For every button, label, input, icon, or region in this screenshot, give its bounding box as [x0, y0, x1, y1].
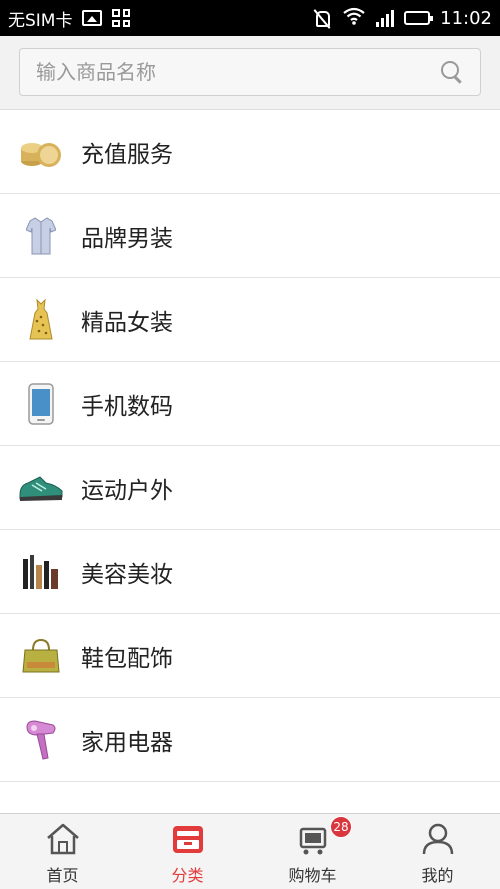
category-item-recharge[interactable]: 充值服务 [0, 110, 500, 194]
carrier-text: 无SIM卡 [8, 10, 73, 31]
status-bar: 无SIM卡 11:02 [0, 0, 500, 36]
category-label: 运动户外 [81, 477, 173, 504]
search-input[interactable] [36, 60, 440, 84]
category-item-accessories[interactable]: 鞋包配饰 [0, 614, 500, 698]
tab-home[interactable]: 首页 [0, 814, 125, 889]
battery-icon [404, 11, 434, 25]
category-item-menswear[interactable]: 品牌男装 [0, 194, 500, 278]
category-icon [170, 822, 206, 856]
hairdryer-icon [18, 717, 64, 763]
category-label: 手机数码 [81, 393, 173, 420]
sneaker-icon [18, 465, 64, 511]
search-icon[interactable] [440, 60, 464, 84]
coins-icon [18, 129, 64, 175]
tab-profile[interactable]: 我的 [375, 814, 500, 889]
handbag-icon [18, 633, 64, 679]
category-item-beauty[interactable]: 美容美妆 [0, 530, 500, 614]
bottom-tab-bar: 首页 分类 购物车 我的 [0, 813, 500, 889]
category-label: 鞋包配饰 [81, 645, 173, 672]
wifi-icon [342, 7, 366, 30]
tab-label: 分类 [171, 866, 204, 885]
tab-cart[interactable]: 购物车 [250, 814, 375, 889]
category-label: 充值服务 [81, 141, 173, 168]
signal-icon [376, 9, 395, 27]
category-label: 品牌男装 [81, 225, 173, 252]
phone-icon [18, 381, 64, 427]
tab-category[interactable]: 分类 [125, 814, 250, 889]
category-item-appliances[interactable]: 家用电器 [0, 698, 500, 782]
category-label: 美容美妆 [81, 561, 173, 588]
image-notification-icon [82, 10, 103, 26]
tab-label: 我的 [421, 866, 454, 885]
cart-icon [295, 822, 331, 856]
dress-icon [18, 297, 64, 343]
cosmetics-icon [18, 549, 64, 595]
user-icon [420, 822, 456, 856]
shirt-icon [18, 213, 64, 259]
tab-label: 首页 [46, 866, 79, 885]
search-bar [0, 36, 500, 110]
qr-notification-icon [112, 9, 131, 27]
search-box[interactable] [19, 48, 481, 96]
home-icon [45, 822, 81, 856]
category-item-digital[interactable]: 手机数码 [0, 362, 500, 446]
cart-count-badge: 28 [330, 816, 352, 838]
category-item-womenswear[interactable]: 精品女装 [0, 278, 500, 362]
category-label: 家用电器 [81, 729, 173, 756]
mute-icon [312, 9, 332, 27]
tab-label: 购物车 [288, 866, 337, 885]
category-item-outdoor[interactable]: 运动户外 [0, 446, 500, 530]
category-label: 精品女装 [81, 309, 173, 336]
category-list: 充值服务 品牌男装 精品女装 手机数码 运动户外 美容美妆 鞋包配饰 家用电器 [0, 110, 500, 782]
clock: 11:02 [440, 7, 492, 29]
